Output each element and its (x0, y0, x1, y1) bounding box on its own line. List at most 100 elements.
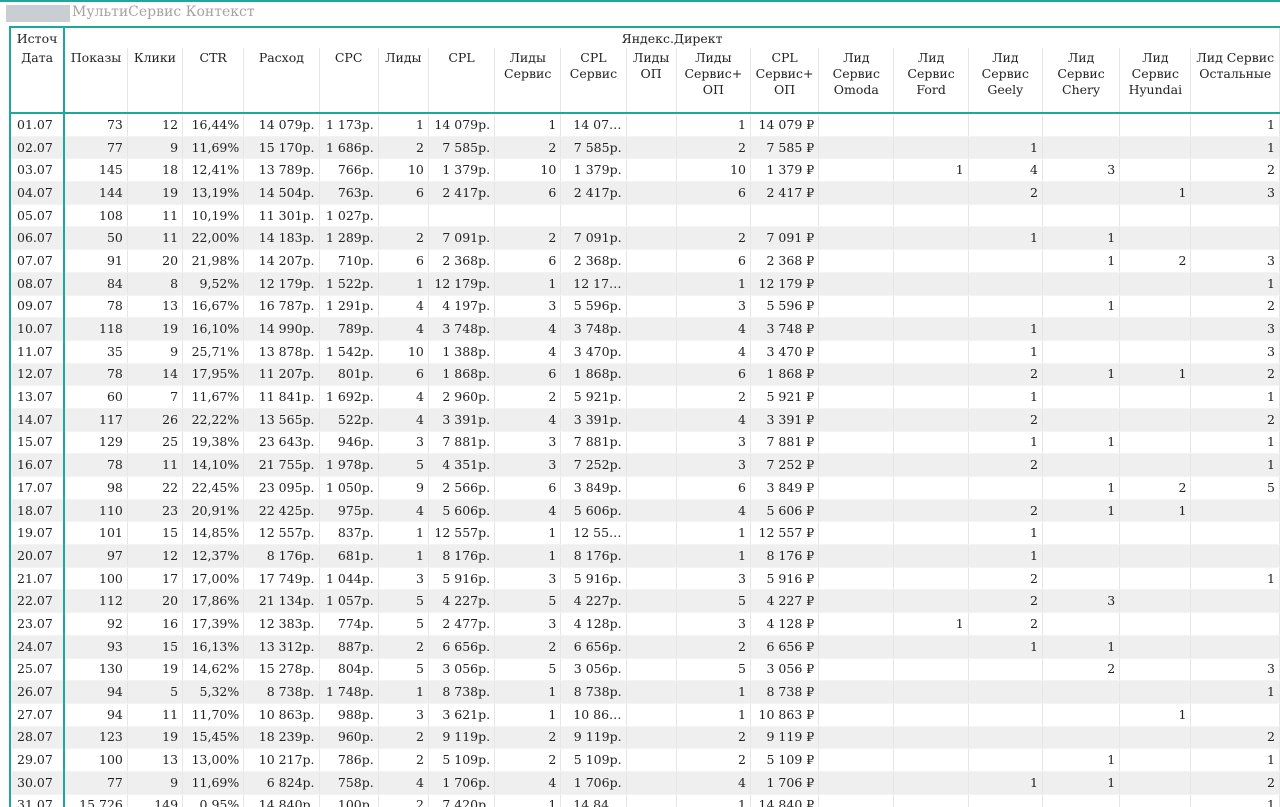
table-row[interactable]: 26.07 94 5 5,32% 8 738р. 1 748р. 1 8 738р. 1 8 73… (9, 680, 1280, 704)
table-row[interactable]: 27.07 94 11 11,70% 10 863р. 988р. 3 3 621р. 1 10 … (9, 703, 1280, 727)
table-cell: 5 (494, 658, 562, 682)
table-cell (626, 453, 677, 477)
table-cell: 7 881р. (560, 431, 627, 455)
table-row[interactable]: 20.07 97 12 12,37% 8 176р. 681р. 1 8 176р. 1 8 17… (9, 544, 1280, 568)
table-row[interactable]: 10.07 118 19 16,10% 14 990р. 789р. 4 3 748р. 4 3 … (9, 317, 1280, 341)
table-cell: 1 (893, 612, 969, 636)
pivot-table-container[interactable]: Источ Яндекс.Директ Дата Показы Клики CTR Р… (9, 26, 1280, 807)
table-cell: 92 (64, 612, 128, 636)
column-header[interactable]: Лид Сервис Остальные (1190, 48, 1280, 114)
table-row[interactable]: 22.07 112 20 17,86% 21 134р. 1 057р. 5 4 227р. 5… (9, 589, 1280, 614)
table-row[interactable]: 11.07 35 9 25,71% 13 878р. 1 542р. 10 1 388р. 4 3… (9, 340, 1280, 364)
table-row[interactable]: 24.07 93 15 16,13% 13 312р. 887р. 2 6 656р. 2 6 6… (9, 635, 1280, 659)
table-row[interactable]: 02.07 77 9 11,69% 15 170р. 1 686р. 2 7 585р. 2 7 … (9, 136, 1280, 160)
table-cell: 1 (1190, 748, 1280, 772)
column-header[interactable]: Лид Сервис Omoda (818, 48, 895, 114)
column-header[interactable]: Расход (243, 48, 320, 114)
table-cell: 14 840р. (243, 794, 320, 807)
table-cell: 2 (1190, 726, 1280, 750)
table-cell: 1 (1042, 431, 1121, 455)
table-row[interactable]: 30.07 77 9 11,69% 6 824р. 758р. 4 1 706р. 4 1 706… (9, 771, 1280, 795)
column-header[interactable]: Лид Сервис Geely (968, 48, 1043, 114)
column-header[interactable]: Лид Сервис Chery (1042, 48, 1121, 114)
table-cell: 19,38% (182, 431, 245, 455)
table-cell (818, 680, 895, 704)
table-row[interactable]: 21.07 100 17 17,00% 17 749р. 1 044р. 3 5 916р. 3… (9, 567, 1280, 591)
table-row[interactable]: 13.07 60 7 11,67% 11 841р. 1 692р. 4 2 960р. 2 5 … (9, 385, 1280, 409)
column-header[interactable]: Лиды Сервис+ ОП (676, 48, 751, 114)
table-cell (626, 204, 677, 228)
table-row[interactable]: 19.07 101 15 14,85% 12 557р. 837р. 1 12 557р. 1 1… (9, 521, 1280, 546)
table-row[interactable]: 16.07 78 11 14,10% 21 755р. 1 978р. 5 4 351р. 3 7… (9, 453, 1280, 477)
table-cell: 3 (494, 431, 562, 455)
table-cell (1119, 113, 1192, 137)
table-cell: 25 (127, 431, 184, 455)
table-cell: 1 (1042, 748, 1121, 772)
table-cell (968, 703, 1043, 727)
table-cell: 15 278р. (243, 658, 320, 682)
table-row[interactable]: 17.07 98 22 22,45% 23 095р. 1 050р. 9 2 566р. 6 3… (9, 476, 1280, 500)
table-cell (818, 521, 895, 546)
table-cell: 1 (1190, 680, 1280, 704)
table-row[interactable]: 01.07 73 12 16,44% 14 079р. 1 173р. 1 14 079р. 1… (9, 113, 1280, 137)
column-header[interactable]: Лиды (378, 48, 429, 114)
table-cell: 8 738р. (560, 680, 627, 704)
table-row[interactable]: 31.07 15 726 149 0,95% 14 840р. 100р. 2 7 420р.… (9, 794, 1280, 807)
table-row[interactable]: 06.07 50 11 22,00% 14 183р. 1 289р. 2 7 091р. 2 7… (9, 226, 1280, 251)
column-header[interactable]: Лиды ОП (626, 48, 677, 114)
table-row[interactable]: 04.07 144 19 13,19% 14 504р. 763р. 6 2 417р. 6 2 … (9, 181, 1280, 205)
table-cell: 73 (64, 113, 128, 137)
column-header[interactable]: Показы (64, 48, 128, 114)
table-row[interactable]: 09.07 78 13 16,67% 16 787р. 1 291р. 4 4 197р. 3 5… (9, 295, 1280, 319)
table-cell: 1 (1190, 431, 1280, 455)
table-row[interactable]: 08.07 84 8 9,52% 12 179р. 1 522р. 1 12 179р. 1 12… (9, 272, 1280, 296)
table-row[interactable]: 23.07 92 16 17,39% 12 383р. 774р. 5 2 477р. 3 4 1… (9, 612, 1280, 636)
table-row[interactable]: 05.07 108 11 10,19% 11 301р. 1 027р. (9, 204, 1280, 228)
table-cell: 117 (64, 408, 128, 432)
table-cell: 1 542р. (319, 340, 379, 364)
table-cell: 2 (968, 408, 1043, 432)
column-header[interactable]: CPC (319, 48, 379, 114)
table-cell: 1 (1119, 181, 1192, 205)
table-cell (968, 249, 1043, 273)
column-header-date[interactable]: Дата (9, 48, 66, 114)
column-header[interactable]: Лид Сервис Hyundai (1119, 48, 1192, 114)
table-row[interactable]: 29.07 100 13 13,00% 10 217р. 786р. 2 5 109р. 2 5 … (9, 748, 1280, 772)
column-header[interactable]: Лид Сервис Ford (893, 48, 969, 114)
table-cell: 129 (64, 431, 128, 455)
group-header-yandex-direct[interactable]: Яндекс.Директ (64, 26, 1280, 48)
column-header[interactable]: Клики (127, 48, 184, 114)
table-cell: 3 (676, 431, 751, 455)
table-cell: 2 (676, 635, 751, 659)
table-cell: 3 391р. (428, 408, 496, 432)
table-cell: 16,67% (182, 295, 245, 319)
column-header[interactable]: CPL Сервис+ ОП (750, 48, 820, 114)
table-row[interactable]: 07.07 91 20 21,98% 14 207р. 710р. 6 2 368р. 6 2 3… (9, 249, 1280, 273)
table-cell: 5 916 ₽ (750, 567, 820, 591)
table-cell: 1 (1190, 113, 1280, 137)
table-row[interactable]: 25.07 130 19 14,62% 15 278р. 804р. 5 3 056р. 5 3 … (9, 658, 1280, 682)
table-cell (818, 295, 895, 319)
table-row[interactable]: 14.07 117 26 22,22% 13 565р. 522р. 4 3 391р. 4 3 … (9, 408, 1280, 432)
column-header[interactable]: Лиды Сервис (494, 48, 562, 114)
table-row[interactable]: 15.07 129 25 19,38% 23 643р. 946р. 3 7 881р. 3 7 … (9, 431, 1280, 455)
table-cell: 3 (676, 453, 751, 477)
table-row[interactable]: 12.07 78 14 17,95% 11 207р. 801р. 6 1 868р. 6 1 8… (9, 363, 1280, 387)
table-cell: 78 (64, 453, 128, 477)
table-cell: 5 109 ₽ (750, 748, 820, 772)
table-cell: 14 840 ₽ (750, 794, 820, 807)
table-cell (626, 635, 677, 659)
table-cell (1119, 680, 1192, 704)
table-cell: 22 (127, 476, 184, 500)
table-cell: 77 (64, 136, 128, 160)
table-cell: 7 252р. (560, 453, 627, 477)
source-header[interactable]: Источ (9, 26, 66, 48)
table-row[interactable]: 28.07 123 19 15,45% 18 239р. 960р. 2 9 119р. 2 9 … (9, 726, 1280, 750)
table-row[interactable]: 18.07 110 23 20,91% 22 425р. 975р. 4 5 606р. 4 5 … (9, 499, 1280, 523)
table-row[interactable]: 03.07 145 18 12,41% 13 789р. 766р. 10 1 379р. 10… (9, 158, 1280, 183)
redacted-logo (6, 5, 70, 22)
column-header[interactable]: CPL (428, 48, 496, 114)
table-cell: 14 504р. (243, 181, 320, 205)
column-header[interactable]: CTR (182, 48, 245, 114)
column-header[interactable]: CPL Сервис (560, 48, 627, 114)
